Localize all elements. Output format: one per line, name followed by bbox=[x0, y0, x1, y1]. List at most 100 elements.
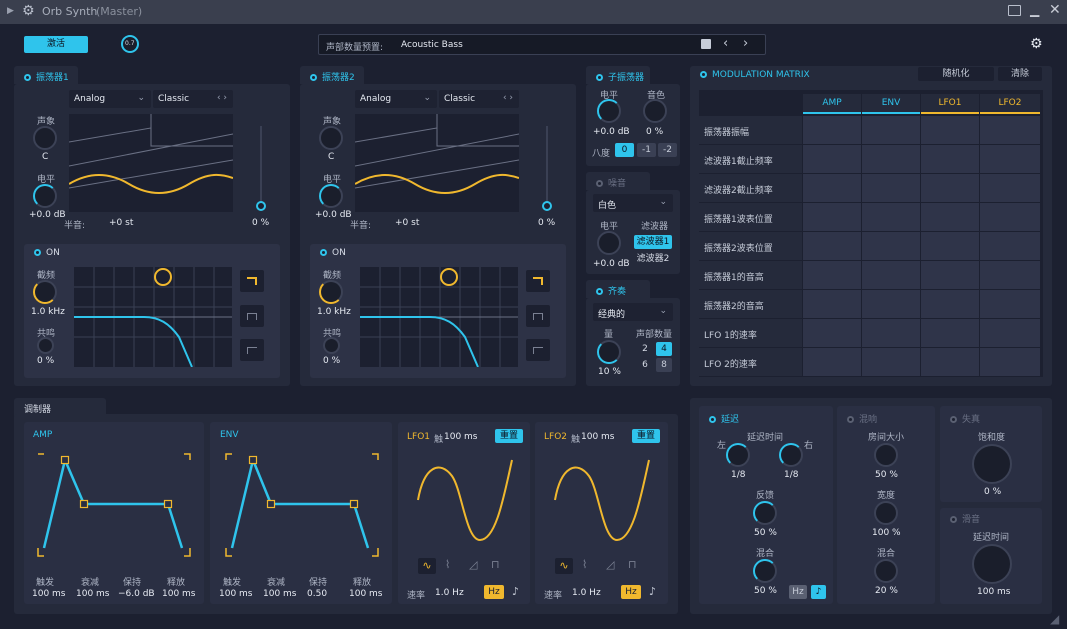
reverb-width-knob[interactable] bbox=[874, 501, 898, 525]
lfo1-sine-button[interactable]: ∿ bbox=[418, 558, 436, 574]
activate-button[interactable]: 激活 bbox=[24, 36, 88, 53]
chorus-title[interactable]: 滑音 bbox=[950, 512, 980, 525]
close-icon[interactable]: ✕ bbox=[1049, 2, 1061, 18]
lfo2-reset-button[interactable]: 重置 bbox=[632, 429, 660, 443]
save-icon[interactable] bbox=[701, 39, 711, 49]
clear-button[interactable]: 清除 bbox=[998, 67, 1042, 81]
subosc-title[interactable]: 子振荡器 bbox=[596, 70, 644, 83]
noise-title[interactable]: 噪音 bbox=[596, 176, 626, 189]
osc1-power-icon[interactable] bbox=[24, 74, 31, 81]
matrix-cell[interactable] bbox=[803, 116, 861, 144]
amp-decay-value[interactable]: 100 ms bbox=[76, 589, 110, 599]
lfo2-hz-button[interactable]: Hz bbox=[621, 585, 641, 599]
lfo2-rate-value[interactable]: 1.0 Hz bbox=[572, 588, 601, 598]
lfo2-square-button[interactable]: ⊓ bbox=[628, 558, 637, 571]
lfo1-reset-button[interactable]: 重置 bbox=[495, 429, 523, 443]
reverb-size-knob[interactable] bbox=[874, 443, 898, 467]
lfo1-saw-button[interactable]: ◿ bbox=[469, 558, 477, 571]
prev-preset-icon[interactable]: ‹ bbox=[723, 36, 728, 51]
env-attack-value[interactable]: 100 ms bbox=[219, 589, 253, 599]
matrix-cell[interactable] bbox=[921, 232, 979, 260]
matrix-cell[interactable] bbox=[862, 348, 920, 376]
filter1-title[interactable]: ON bbox=[34, 248, 60, 258]
matrix-power-icon[interactable] bbox=[700, 71, 707, 78]
reverb-power-icon[interactable] bbox=[847, 416, 854, 423]
subosc-power-icon[interactable] bbox=[596, 74, 603, 81]
matrix-cell[interactable] bbox=[921, 348, 979, 376]
keyboard-icon[interactable] bbox=[1008, 5, 1021, 16]
osc2-level-knob[interactable] bbox=[319, 184, 343, 208]
subosc-octave-minus1[interactable]: -1 bbox=[637, 143, 656, 157]
matrix-cell[interactable] bbox=[803, 261, 861, 289]
unison-voices-2[interactable]: 2 bbox=[637, 342, 653, 356]
gear-icon[interactable]: ⚙ bbox=[22, 3, 35, 19]
lfo2-sync-note-icon[interactable]: ♪ bbox=[649, 585, 656, 598]
reverb-mix-knob[interactable] bbox=[874, 559, 898, 583]
unison-title[interactable]: 齐奏 bbox=[596, 284, 626, 297]
lfo1-triangle-button[interactable]: ⌇ bbox=[445, 558, 450, 571]
lfo2-sine-button[interactable]: ∿ bbox=[555, 558, 573, 574]
settings-icon[interactable]: ⚙ bbox=[1030, 36, 1043, 52]
reverb-mix-value[interactable]: 20 % bbox=[875, 586, 898, 596]
delay-left-value[interactable]: 1/8 bbox=[731, 470, 745, 480]
minimize-icon[interactable]: ▁ bbox=[1030, 3, 1039, 17]
unison-voices-4[interactable]: 4 bbox=[656, 342, 672, 356]
matrix-cell[interactable] bbox=[980, 319, 1040, 347]
unison-amount-knob[interactable] bbox=[597, 340, 621, 364]
filter2-power-icon[interactable] bbox=[320, 249, 327, 256]
matrix-cell[interactable] bbox=[803, 174, 861, 202]
delay-power-icon[interactable] bbox=[709, 416, 716, 423]
filter2-res-knob[interactable] bbox=[323, 337, 340, 354]
env-decay-value[interactable]: 100 ms bbox=[263, 589, 297, 599]
osc1-type-dropdown[interactable]: Classic ‹ › bbox=[153, 90, 233, 108]
delay-title[interactable]: 延迟 bbox=[709, 412, 739, 425]
matrix-cell[interactable] bbox=[921, 319, 979, 347]
matrix-cell[interactable] bbox=[921, 290, 979, 318]
matrix-cell[interactable] bbox=[980, 203, 1040, 231]
chorus-time-knob[interactable] bbox=[972, 544, 1012, 584]
lfo1-square-button[interactable]: ⊓ bbox=[491, 558, 500, 571]
matrix-cell[interactable] bbox=[980, 174, 1040, 202]
delay-mix-value[interactable]: 50 % bbox=[754, 586, 777, 596]
matrix-cell[interactable] bbox=[980, 348, 1040, 376]
matrix-cell[interactable] bbox=[980, 290, 1040, 318]
delay-sync-button[interactable]: ♪ bbox=[811, 585, 826, 599]
osc2-slider-track[interactable] bbox=[546, 126, 548, 202]
subosc-octave-minus2[interactable]: -2 bbox=[658, 143, 677, 157]
matrix-cell[interactable] bbox=[862, 232, 920, 260]
delay-mix-knob[interactable] bbox=[753, 559, 777, 583]
matrix-cell[interactable] bbox=[980, 145, 1040, 173]
matrix-cell[interactable] bbox=[921, 174, 979, 202]
osc1-slider-track[interactable] bbox=[260, 126, 262, 202]
amp-attack-value[interactable]: 100 ms bbox=[32, 589, 66, 599]
matrix-cell[interactable] bbox=[862, 319, 920, 347]
unison-mode-dropdown[interactable]: 经典的 ⌄ bbox=[593, 303, 673, 321]
matrix-cell[interactable] bbox=[980, 261, 1040, 289]
delay-left-knob[interactable] bbox=[726, 443, 750, 467]
subosc-level-knob[interactable] bbox=[597, 99, 621, 123]
osc2-pan-knob[interactable] bbox=[319, 126, 343, 150]
amp-sustain-value[interactable]: −6.0 dB bbox=[118, 589, 155, 599]
matrix-cell[interactable] bbox=[980, 232, 1040, 260]
unison-power-icon[interactable] bbox=[596, 288, 603, 295]
filter2-title[interactable]: ON bbox=[320, 248, 346, 258]
delay-feedback-value[interactable]: 50 % bbox=[754, 528, 777, 538]
lfo1-hz-button[interactable]: Hz bbox=[484, 585, 504, 599]
filter1-res-knob[interactable] bbox=[37, 337, 54, 354]
osc1-title[interactable]: 振荡器1 bbox=[24, 70, 69, 83]
matrix-cell[interactable] bbox=[980, 116, 1040, 144]
osc2-type-dropdown[interactable]: Classic ‹ › bbox=[439, 90, 519, 108]
subosc-octave-0[interactable]: 0 bbox=[615, 143, 634, 157]
osc1-level-knob[interactable] bbox=[33, 184, 57, 208]
reverb-size-value[interactable]: 50 % bbox=[875, 470, 898, 480]
filter1-highpass-button[interactable] bbox=[240, 339, 264, 361]
lfo1-delay-value[interactable]: 100 ms bbox=[444, 432, 478, 442]
subosc-tone-knob[interactable] bbox=[643, 99, 667, 123]
env-sustain-value[interactable]: 0.50 bbox=[307, 589, 327, 599]
noise-level-knob[interactable] bbox=[597, 231, 621, 255]
matrix-cell[interactable] bbox=[862, 261, 920, 289]
master-knob[interactable]: 0.7 bbox=[121, 35, 139, 53]
preset-name[interactable]: Acoustic Bass bbox=[401, 40, 463, 50]
distortion-power-icon[interactable] bbox=[950, 416, 957, 423]
matrix-cell[interactable] bbox=[921, 116, 979, 144]
